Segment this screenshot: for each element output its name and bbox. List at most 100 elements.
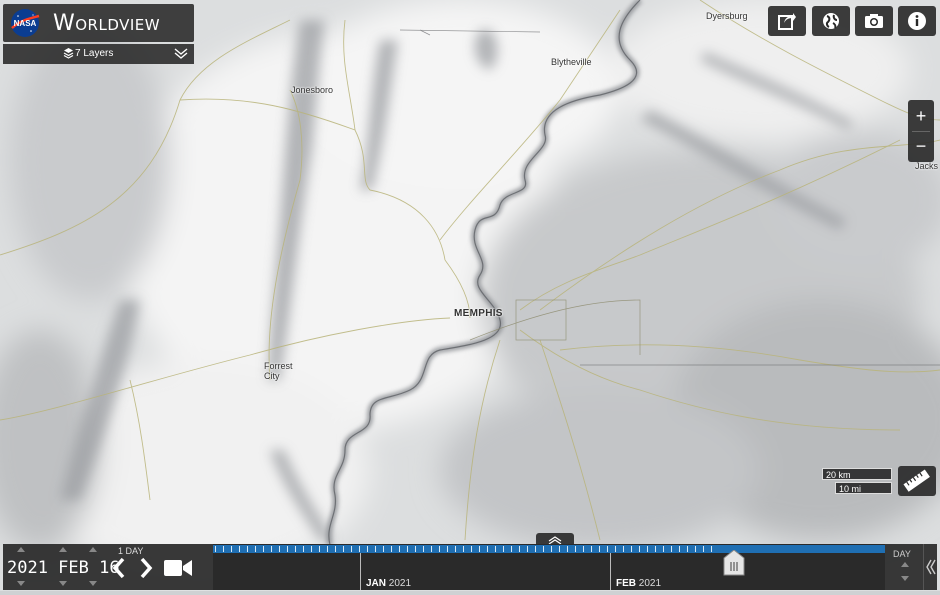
month-year: 2021 <box>388 578 412 589</box>
timeline-tick <box>447 546 448 552</box>
timeline-tick <box>511 546 512 552</box>
timeline-tick <box>271 546 272 552</box>
timeline-tick <box>599 546 600 552</box>
timeline-tick <box>247 546 248 552</box>
scale-km: 20 km <box>822 468 892 480</box>
timeline-tick <box>567 546 568 552</box>
timeline-tick <box>519 546 520 552</box>
zoom-level-up-arrow[interactable] <box>901 562 909 567</box>
timeline-tick <box>263 546 264 552</box>
timeline-tick <box>311 546 312 552</box>
timeline-tick <box>671 546 672 552</box>
timeline-tick <box>551 546 552 552</box>
zoom-in-button[interactable]: + <box>908 101 934 131</box>
chevron-left-icon[interactable] <box>110 556 128 580</box>
camera-icon <box>865 14 883 28</box>
projection-button[interactable] <box>812 6 850 36</box>
chevron-down-icon[interactable] <box>173 46 189 60</box>
interval-label[interactable]: 1 DAY <box>118 546 143 556</box>
timeline-tick <box>695 546 696 552</box>
ruler-icon <box>903 469 930 492</box>
timeline-tick <box>415 546 416 552</box>
layers-toggle[interactable]: 7 Layers <box>3 44 194 64</box>
timeline-tick <box>639 546 640 552</box>
measure-button[interactable] <box>898 466 936 496</box>
timeline-tick <box>383 546 384 552</box>
timeline-tick <box>471 546 472 552</box>
timeline-tick <box>631 546 632 552</box>
timeline-tick <box>335 546 336 552</box>
date-selector: 2021 FEB 16 1 DAY <box>3 544 211 590</box>
timeline-handle[interactable] <box>720 550 748 576</box>
video-camera-icon[interactable] <box>163 556 195 580</box>
zoom-level-down-arrow[interactable] <box>901 576 909 581</box>
timeline-tick <box>591 546 592 552</box>
map-label-forrest-city-line1: Forrest <box>264 361 293 371</box>
timeline-tick <box>503 546 504 552</box>
timeline-tick <box>351 546 352 552</box>
timeline-tick <box>607 546 608 552</box>
app-header[interactable]: NASA Worldview <box>3 4 194 42</box>
timeline-tick <box>319 546 320 552</box>
timeline-tick <box>679 546 680 552</box>
scale-mi: 10 mi <box>835 482 892 494</box>
map-label-blytheville: Blytheville <box>551 57 592 67</box>
globe-icon <box>823 13 839 29</box>
nasa-badge-text: NASA <box>14 19 37 28</box>
day-down-arrow[interactable] <box>89 581 97 586</box>
timeline-tick <box>287 546 288 552</box>
timeline-tick <box>439 546 440 552</box>
month-divider-feb <box>610 553 611 590</box>
timeline-tick <box>711 546 712 552</box>
timeline: 2021 FEB 16 1 DAY JAN 2021 FEB 2021 DAY <box>3 544 937 590</box>
timeline-tick <box>407 546 408 552</box>
zoom-level-label: DAY <box>893 549 911 559</box>
timeline-track[interactable]: JAN 2021 FEB 2021 <box>213 544 885 590</box>
month-divider-jan <box>360 553 361 590</box>
timeline-tick <box>479 546 480 552</box>
month-down-arrow[interactable] <box>59 581 67 586</box>
timeline-tick <box>391 546 392 552</box>
share-button[interactable] <box>768 6 806 36</box>
timeline-tick <box>615 546 616 552</box>
timeline-tick <box>223 546 224 552</box>
zoom-control: + − <box>908 100 934 162</box>
month-up-arrow[interactable] <box>59 547 67 552</box>
timeline-tick <box>399 546 400 552</box>
share-icon <box>778 13 796 30</box>
snapshot-button[interactable] <box>855 6 893 36</box>
timeline-tick <box>327 546 328 552</box>
satellite-map[interactable] <box>0 0 940 591</box>
timeline-tick <box>279 546 280 552</box>
timeline-tick <box>535 546 536 552</box>
timeline-tick <box>375 546 376 552</box>
timeline-collapse-button[interactable] <box>923 544 938 590</box>
timeline-tick <box>623 546 624 552</box>
timeline-tick <box>215 546 216 552</box>
timeline-tick <box>367 546 368 552</box>
current-date[interactable]: 2021 FEB 16 <box>7 558 120 578</box>
timeline-tick <box>647 546 648 552</box>
timeline-tick <box>663 546 664 552</box>
map-label-forrest-city: Forrest City <box>264 361 293 381</box>
timeline-tick <box>343 546 344 552</box>
timeline-zoom-level[interactable]: DAY <box>887 544 923 590</box>
layers-stack-icon <box>63 48 74 59</box>
zoom-out-button[interactable]: − <box>908 131 934 161</box>
timeline-tick <box>527 546 528 552</box>
map-label-dyersburg: Dyersburg <box>706 11 748 21</box>
timeline-tick <box>575 546 576 552</box>
info-button[interactable] <box>898 6 936 36</box>
timeline-tick <box>431 546 432 552</box>
day-up-arrow[interactable] <box>89 547 97 552</box>
year-down-arrow[interactable] <box>17 581 25 586</box>
layers-count: 7 Layers <box>75 48 114 59</box>
map-label-jackson: Jacks <box>915 161 939 171</box>
month-label-jan: JAN 2021 <box>366 578 411 589</box>
timeline-tick <box>687 546 688 552</box>
timeline-tick <box>423 546 424 552</box>
timeline-tick <box>303 546 304 552</box>
year-up-arrow[interactable] <box>17 547 25 552</box>
timeline-tick <box>703 546 704 552</box>
chevron-right-icon[interactable] <box>137 556 155 580</box>
